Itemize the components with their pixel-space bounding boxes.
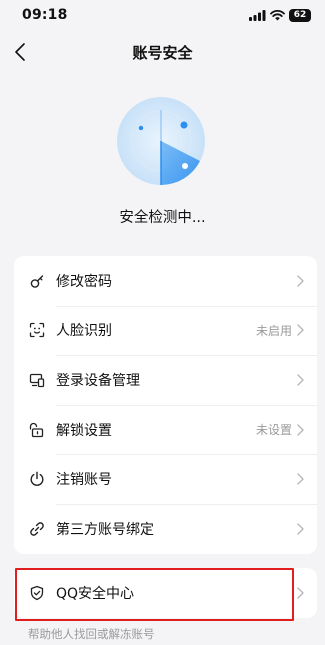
unlock-icon <box>28 421 46 439</box>
status-time: 09:18 <box>22 7 68 23</box>
scan-status-text: 安全检测中... <box>119 210 206 226</box>
chevron-right-icon <box>295 323 305 337</box>
status-icons: 62 <box>249 6 311 25</box>
security-menu-card: 修改密码 人脸识别 未启用 登录设备管理 解锁设置 未设置 注销账号 第三方账号… <box>14 256 317 554</box>
nav-bar: 账号安全 <box>0 30 325 74</box>
menu-item-label: 解锁设置 <box>56 422 112 439</box>
menu-item-change-password[interactable]: 修改密码 <box>14 256 317 306</box>
menu-item-label: 登录设备管理 <box>56 372 140 389</box>
signal-icon <box>249 6 266 25</box>
menu-item-label: 人脸识别 <box>56 323 112 340</box>
key-icon <box>28 272 46 290</box>
chevron-right-icon <box>295 373 305 387</box>
chevron-right-icon <box>295 274 305 288</box>
menu-item-face-recognition[interactable]: 人脸识别 未启用 <box>14 305 317 356</box>
menu-item-label: 第三方账号绑定 <box>56 521 154 538</box>
menu-item-delete-account[interactable]: 注销账号 <box>14 454 317 504</box>
radar-scan-icon <box>116 96 206 186</box>
battery-indicator: 62 <box>289 8 311 22</box>
power-icon <box>28 470 46 488</box>
chevron-right-icon <box>295 472 305 486</box>
chevron-left-icon <box>15 43 25 61</box>
menu-item-label: 注销账号 <box>56 472 112 489</box>
status-bar: 09:18 62 <box>0 0 325 30</box>
menu-item-third-party-binding[interactable]: 第三方账号绑定 <box>14 503 317 554</box>
menu-item-login-devices[interactable]: 登录设备管理 <box>14 355 317 405</box>
chevron-right-icon <box>295 586 305 600</box>
menu-item-unlock-settings[interactable]: 解锁设置 未设置 <box>14 404 317 455</box>
menu-item-value: 未设置 <box>255 423 292 438</box>
wifi-icon <box>270 6 285 25</box>
back-button[interactable] <box>6 38 34 66</box>
devices-icon <box>28 371 46 389</box>
link-icon <box>28 520 46 538</box>
menu-item-value: 未启用 <box>255 323 292 338</box>
menu-item-label: 修改密码 <box>56 273 112 290</box>
face-scan-icon <box>28 321 46 339</box>
qq-security-help-text: 帮助他人找回或解冻账号 <box>28 627 155 641</box>
chevron-right-icon <box>295 423 305 437</box>
highlight-box <box>15 568 294 621</box>
page-title: 账号安全 <box>132 43 193 62</box>
chevron-right-icon <box>295 522 305 536</box>
